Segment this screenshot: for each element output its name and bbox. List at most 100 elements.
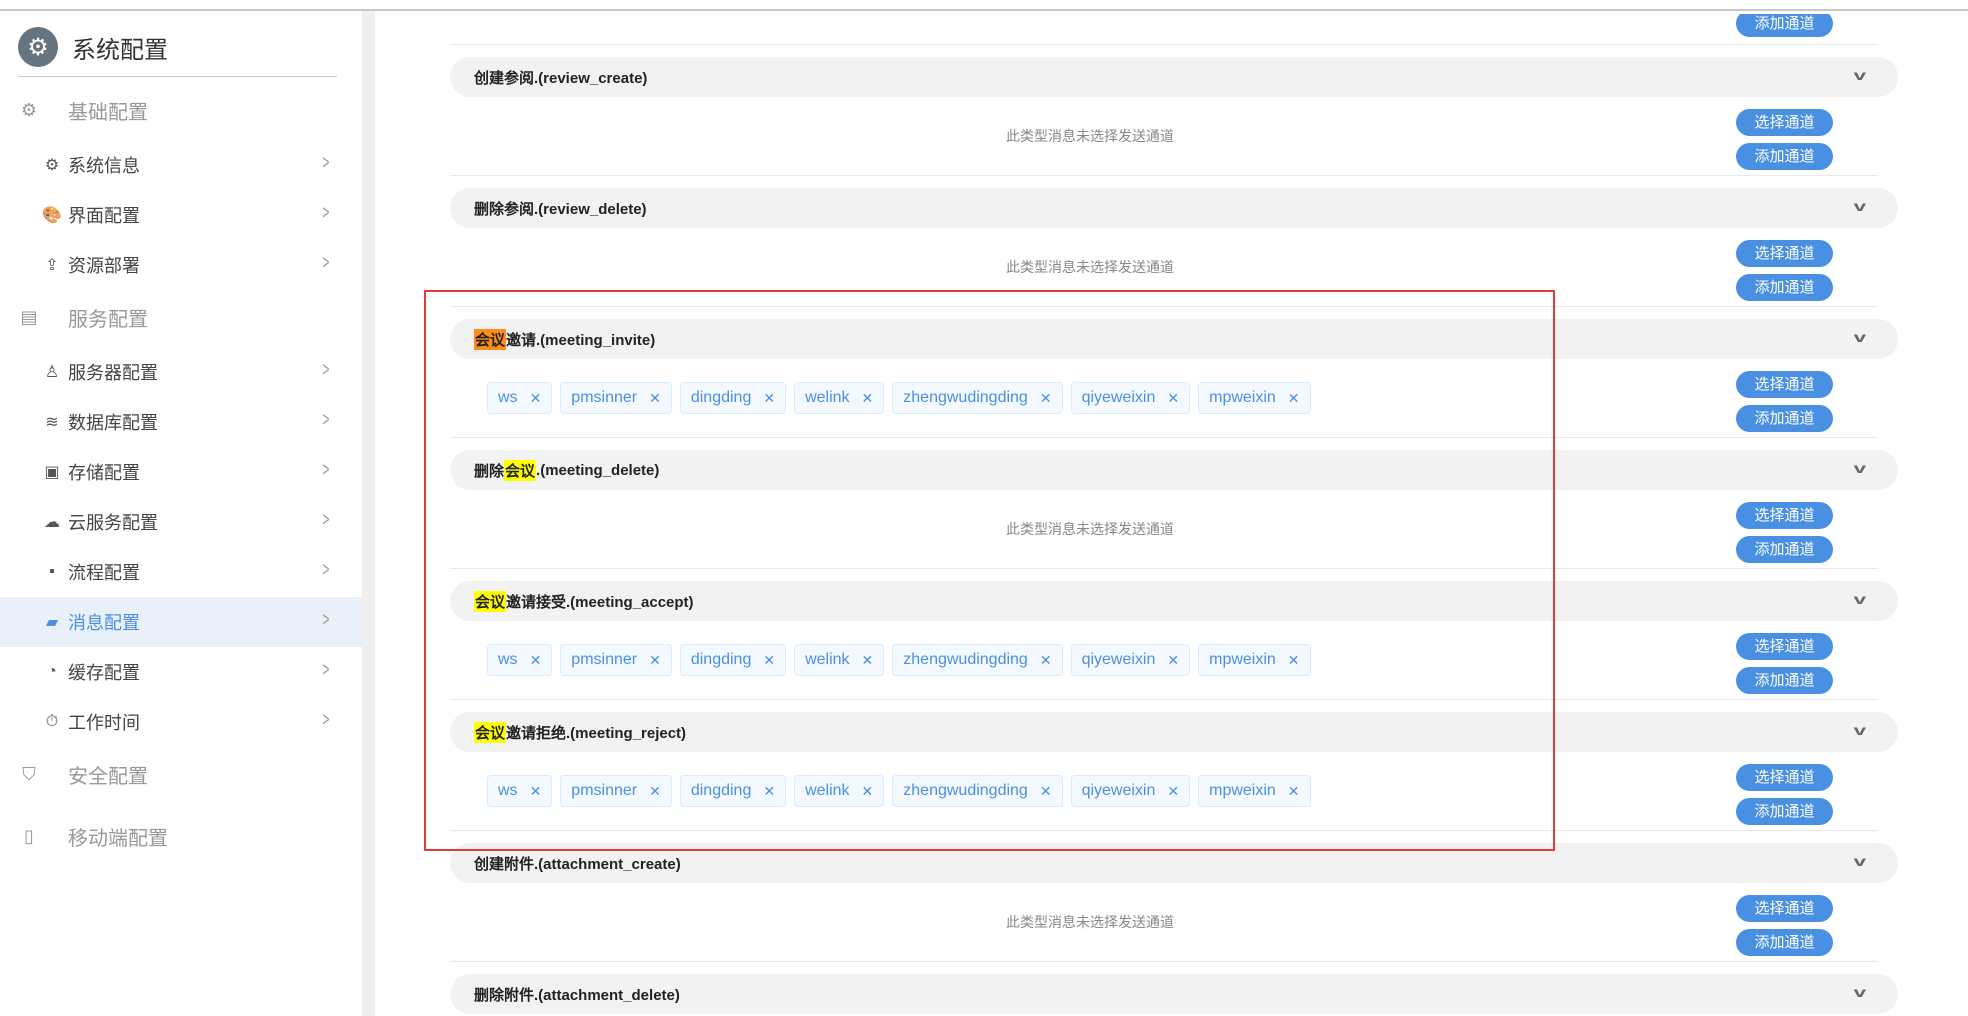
close-icon[interactable]: ✕ — [649, 783, 661, 800]
chevron-down-icon[interactable]: v — [1854, 460, 1866, 476]
close-icon[interactable]: ✕ — [1167, 652, 1179, 669]
upload-icon: ⇪ — [45, 257, 59, 274]
select-channel-button[interactable]: 选择通道 — [1736, 633, 1833, 660]
close-icon[interactable]: ✕ — [1040, 783, 1052, 800]
close-icon[interactable]: ✕ — [1288, 390, 1300, 407]
search-highlight: 会议 — [474, 721, 507, 743]
channel-tag: qiyeweixin ✕ — [1070, 775, 1191, 807]
close-icon[interactable]: ✕ — [649, 390, 661, 407]
sidebar-group-2[interactable]: ⛉ 安全配置 — [18, 759, 148, 789]
window-top-border — [0, 0, 1968, 11]
sidebar-item[interactable]: ⇪ 资源部署 > — [0, 240, 362, 290]
channel-tag: ws ✕ — [487, 644, 553, 676]
sidebar-item[interactable]: ▣ 存储配置 > — [0, 447, 362, 497]
sidebar-item[interactable]: ▰ 消息配置 > — [0, 597, 362, 647]
server-icon: ▤ — [20, 306, 38, 327]
sidebar-item[interactable]: ◔ 缓存配置 > — [0, 647, 362, 697]
select-channel-button[interactable]: 选择通道 — [1736, 240, 1833, 267]
close-icon[interactable]: ✕ — [763, 390, 775, 407]
section-header[interactable]: 删除附件.(attachment_delete) v — [450, 974, 1898, 1014]
close-icon[interactable]: ✕ — [763, 783, 775, 800]
sidebar-item[interactable]: ▪ 流程配置 > — [0, 547, 362, 597]
sidebar-group-0[interactable]: ⚙ 基础配置 — [18, 95, 148, 125]
select-channel-button[interactable]: 选择通道 — [1736, 895, 1833, 922]
close-icon[interactable]: ✕ — [1040, 390, 1052, 407]
channel-tag-label: qiyeweixin — [1081, 651, 1156, 668]
select-channel-button[interactable]: 选择通道 — [1736, 764, 1833, 791]
channel-tag: qiyeweixin ✕ — [1070, 382, 1191, 414]
channel-tag: zhengwudingding ✕ — [892, 382, 1063, 414]
section-header[interactable]: 创建参阅.(review_create) v — [450, 57, 1898, 97]
sidebar-item[interactable]: ♙ 服务器配置 > — [0, 347, 362, 397]
select-channel-button[interactable]: 选择通道 — [1736, 502, 1833, 529]
sidebar-item[interactable]: ⚙ 系统信息 > — [0, 140, 362, 190]
sidebar-item-label: 系统信息 — [68, 156, 140, 176]
close-icon[interactable]: ✕ — [530, 783, 542, 800]
sidebar-item-label: 界面配置 — [68, 206, 140, 226]
sidebar-title: 系统配置 — [72, 36, 168, 64]
channel-tag: mpweixin ✕ — [1198, 775, 1311, 807]
chevron-down-icon[interactable]: v — [1854, 67, 1866, 83]
sidebar-item[interactable]: ⏱ 工作时间 > — [0, 697, 362, 747]
close-icon[interactable]: ✕ — [530, 390, 542, 407]
sidebar-group-3[interactable]: ▯ 移动端配置 — [18, 821, 168, 851]
section-header[interactable]: 会议 邀请接受.(meeting_accept) v — [450, 581, 1898, 621]
close-icon[interactable]: ✕ — [763, 652, 775, 669]
message-type-section: 删除 会议 .(meeting_delete) v 此类型消息未选择发送通道 选择通道 … — [450, 438, 1898, 569]
sidebar-item[interactable]: ≋ 数据库配置 > — [0, 397, 362, 447]
chevron-down-icon[interactable]: v — [1854, 722, 1866, 738]
close-icon[interactable]: ✕ — [1288, 783, 1300, 800]
add-channel-button[interactable]: 添加通道 — [1736, 143, 1833, 170]
sidebar: ⚙ 系统配置 ⚙ 基础配置 ⚙ 系统信息 > 🎨 界面配置 > ⇪ 资源部署 > ▤ 服务配置 ♙ 服务器配… — [0, 11, 362, 1016]
add-channel-button[interactable]: 添加通道 — [1736, 536, 1833, 563]
channel-tag-label: dingding — [690, 389, 752, 406]
section-header[interactable]: 会议 邀请.(meeting_invite) v — [450, 319, 1898, 359]
channel-tag-label: dingding — [690, 651, 752, 668]
close-icon[interactable]: ✕ — [1167, 783, 1179, 800]
chevron-down-icon[interactable]: v — [1854, 984, 1866, 1000]
sidebar-item-label: 消息配置 — [68, 613, 140, 633]
gear-icon: ⚙ — [20, 99, 38, 120]
sidebar-item[interactable]: ☁ 云服务配置 > — [0, 497, 362, 547]
chevron-down-icon[interactable]: v — [1854, 853, 1866, 869]
add-channel-button[interactable]: 添加通道 — [1736, 14, 1833, 37]
close-icon[interactable]: ✕ — [649, 652, 661, 669]
search-highlight: 会议 — [474, 590, 507, 612]
sidebar-item[interactable]: 🎨 界面配置 > — [0, 190, 362, 240]
section-header[interactable]: 创建附件.(attachment_create) v — [450, 843, 1898, 883]
add-channel-button[interactable]: 添加通道 — [1736, 929, 1833, 956]
channel-tag-label: zhengwudingding — [903, 782, 1028, 799]
channel-tag: pmsinner ✕ — [560, 644, 672, 676]
section-body: 此类型消息未选择发送通道 选择通道 添加通道 — [450, 228, 1878, 307]
close-icon[interactable]: ✕ — [1167, 390, 1179, 407]
chevron-down-icon[interactable]: v — [1854, 329, 1866, 345]
chevron-right-icon: > — [322, 252, 330, 274]
section-header[interactable]: 删除 会议 .(meeting_delete) v — [450, 450, 1898, 490]
section-header[interactable]: 会议 邀请拒绝.(meeting_reject) v — [450, 712, 1898, 752]
close-icon[interactable]: ✕ — [862, 652, 874, 669]
channel-tag-label: mpweixin — [1209, 389, 1276, 406]
add-channel-button[interactable]: 添加通道 — [1736, 798, 1833, 825]
close-icon[interactable]: ✕ — [1288, 652, 1300, 669]
section-title-text: 删除 — [474, 462, 505, 480]
channel-tag-label: welink — [805, 782, 850, 799]
section-header[interactable]: 删除参阅.(review_delete) v — [450, 188, 1898, 228]
add-channel-button[interactable]: 添加通道 — [1736, 405, 1833, 432]
select-channel-button[interactable]: 选择通道 — [1736, 109, 1833, 136]
channel-tag: qiyeweixin ✕ — [1070, 644, 1191, 676]
select-channel-button[interactable]: 选择通道 — [1736, 371, 1833, 398]
chevron-down-icon[interactable]: v — [1854, 591, 1866, 607]
chevron-right-icon: > — [322, 359, 330, 381]
add-channel-button[interactable]: 添加通道 — [1736, 274, 1833, 301]
close-icon[interactable]: ✕ — [862, 390, 874, 407]
add-channel-button[interactable]: 添加通道 — [1736, 667, 1833, 694]
section-title-text: 删除参阅.(review_delete) — [474, 200, 647, 218]
panel-gutter — [362, 11, 375, 1016]
close-icon[interactable]: ✕ — [1040, 652, 1052, 669]
channel-tags: ws ✕ pmsinner ✕ dingding ✕ welink ✕ zhengwudingd… — [487, 644, 1311, 676]
divider — [18, 76, 337, 77]
chevron-down-icon[interactable]: v — [1854, 198, 1866, 214]
sidebar-group-1[interactable]: ▤ 服务配置 — [18, 302, 148, 332]
close-icon[interactable]: ✕ — [862, 783, 874, 800]
close-icon[interactable]: ✕ — [530, 652, 542, 669]
